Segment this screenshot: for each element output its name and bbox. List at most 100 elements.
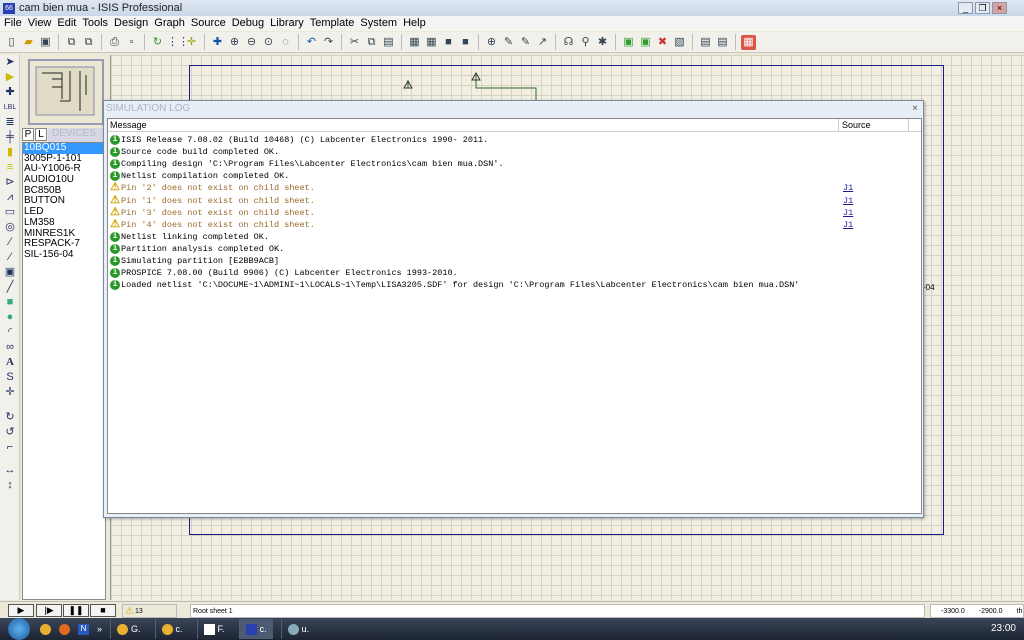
pick-devices-button[interactable]: P (22, 128, 34, 141)
taskbar-item[interactable]: G. (110, 619, 147, 639)
dialog-close-button[interactable]: × (912, 103, 918, 114)
chrome-quicklaunch-icon[interactable] (40, 623, 51, 635)
pause-button[interactable]: ❚❚ (63, 604, 89, 617)
import-icon[interactable]: ⧉ (64, 35, 79, 50)
menu-library[interactable]: Library (269, 16, 309, 31)
menu-help[interactable]: Help (402, 16, 431, 31)
bill-of-materials-icon[interactable]: ▤ (698, 35, 713, 50)
source-link[interactable]: J1 (843, 196, 853, 206)
menu-edit[interactable]: Edit (56, 16, 81, 31)
mirror-x-icon[interactable]: ↔ (2, 463, 18, 478)
block-rotate-icon[interactable]: ■ (441, 35, 456, 50)
log-row[interactable]: i Source code build completed OK. (108, 146, 921, 158)
print-icon[interactable]: ⎙ (107, 35, 122, 50)
device-list[interactable]: 10BQ015 3005P-1-101 AU-Y1006-R AUDIO10U BC85… (22, 142, 106, 600)
pick-device-icon[interactable]: ⊕ (484, 35, 499, 50)
log-row[interactable]: i Netlist linking completed OK. (108, 231, 921, 243)
close-button[interactable]: × (992, 2, 1007, 14)
text-icon[interactable]: A (2, 355, 18, 370)
arc-icon[interactable]: ◜ (2, 325, 18, 340)
cut-icon[interactable]: ✂ (347, 35, 362, 50)
grid-icon[interactable]: ⋮⋮ (167, 35, 189, 50)
minimize-button[interactable]: _ (958, 2, 973, 14)
menu-source[interactable]: Source (190, 16, 231, 31)
log-row[interactable]: i ISIS Release 7.08.02 (Build 10468) (C) … (108, 134, 921, 146)
new-sheet-icon[interactable]: ▣ (621, 35, 636, 50)
text-script-icon[interactable]: ≣ (2, 115, 18, 130)
menu-file[interactable]: File (3, 16, 27, 31)
junction-dot-icon[interactable]: ✚ (2, 85, 18, 100)
open-icon[interactable]: ▰ (21, 35, 36, 50)
save-icon[interactable]: ▣ (38, 35, 53, 50)
message-count[interactable]: ⚠13 Message(s) (122, 604, 177, 628)
mirror-y-icon[interactable]: ↕ (2, 478, 18, 493)
rotate-clockwise-icon[interactable]: ↻ (2, 410, 18, 425)
log-row[interactable]: i Partition analysis completed OK. (108, 243, 921, 255)
play-button[interactable]: ▶ (8, 604, 34, 617)
zoom-in-icon[interactable]: ⊕ (227, 35, 242, 50)
tape-recorder-icon[interactable]: ▭ (2, 205, 18, 220)
redo-icon[interactable]: ↷ (321, 35, 336, 50)
taskbar-item[interactable]: c. (238, 619, 273, 639)
subcircuit-icon[interactable]: ▮ (2, 145, 18, 160)
log-row[interactable]: ⚠ Pin '3' does not exist on child sheet. J… (108, 207, 921, 219)
graph-icon[interactable]: ⩘ (2, 190, 18, 205)
source-link[interactable]: J1 (843, 183, 853, 193)
paste-icon[interactable]: ▤ (381, 35, 396, 50)
marker-icon[interactable]: ✛ (2, 385, 18, 400)
step-button[interactable]: |▶ (36, 604, 62, 617)
device-item[interactable]: SIL-156-04 (23, 249, 105, 261)
wire-label-icon[interactable]: LBL (2, 100, 18, 115)
log-row[interactable]: ⚠ Pin '1' does not exist on child sheet. J… (108, 194, 921, 206)
log-row[interactable]: i PROSPICE 7.08.00 (Build 9906) (C) Labce… (108, 267, 921, 279)
search-tag-icon[interactable]: ⚲ (578, 35, 593, 50)
clock[interactable]: 23:00 (991, 623, 1016, 634)
menu-tools[interactable]: Tools (81, 16, 113, 31)
library-manager-button[interactable]: L (35, 128, 47, 141)
column-header-source[interactable]: Source (839, 119, 909, 131)
add-sheet-icon[interactable]: ▣ (638, 35, 653, 50)
block-delete-icon[interactable]: ■ (458, 35, 473, 50)
make-device-icon[interactable]: ✎ (501, 35, 516, 50)
log-row[interactable]: i Compiling design 'C:\Program Files\Labc… (108, 158, 921, 170)
menu-graph[interactable]: Graph (153, 16, 190, 31)
rotation-angle-field[interactable]: ⌐ (2, 440, 18, 455)
electrical-check-icon[interactable]: ▤ (715, 35, 730, 50)
overview-window[interactable] (28, 59, 104, 125)
device-pins-icon[interactable]: ⊳ (2, 175, 18, 190)
restore-button[interactable]: ❐ (975, 2, 990, 14)
copy-icon[interactable]: ⧉ (364, 35, 379, 50)
selection-mode-icon[interactable]: ➤ (2, 55, 18, 70)
undo-icon[interactable]: ↶ (304, 35, 319, 50)
refresh-icon[interactable]: ↻ (150, 35, 165, 50)
new-icon[interactable]: ▯ (4, 35, 19, 50)
remove-sheet-icon[interactable]: ✖ (655, 35, 670, 50)
menu-system[interactable]: System (359, 16, 402, 31)
menu-debug[interactable]: Debug (231, 16, 269, 31)
box-icon[interactable]: ■ (2, 295, 18, 310)
zoom-out-icon[interactable]: ⊖ (244, 35, 259, 50)
virtual-instruments-icon[interactable]: ▣ (2, 265, 18, 280)
package-tool-icon[interactable]: ✎ (518, 35, 533, 50)
n-quicklaunch-icon[interactable]: N (78, 623, 89, 635)
line-icon[interactable]: ╱ (2, 280, 18, 295)
exit-to-parent-icon[interactable]: ▧ (672, 35, 687, 50)
firefox-quicklaunch-icon[interactable] (59, 623, 70, 635)
block-move-icon[interactable]: ▦ (424, 35, 439, 50)
stop-button[interactable]: ■ (90, 604, 116, 617)
log-row[interactable]: i Loaded netlist 'C:\DOCUME~1\ADMINI~1\LO… (108, 279, 921, 291)
taskbar-item[interactable]: c. (154, 619, 189, 639)
netlist-to-ares-icon[interactable]: ▦ (741, 34, 756, 50)
export-icon[interactable]: ⧉ (81, 35, 96, 50)
terminals-icon[interactable]: ≡ (2, 160, 18, 175)
print-area-icon[interactable]: ▫ (124, 35, 139, 50)
start-button[interactable] (8, 618, 30, 640)
origin-icon[interactable]: ✛ (184, 35, 199, 50)
source-link[interactable]: J1 (843, 220, 853, 230)
menu-template[interactable]: Template (309, 16, 360, 31)
symbol-icon[interactable]: S (2, 370, 18, 385)
voltage-probe-icon[interactable]: ⁄ (2, 235, 18, 250)
zoom-all-icon[interactable]: ⊙ (261, 35, 276, 50)
quicklaunch-more-icon[interactable]: » (97, 624, 102, 634)
pan-icon[interactable]: ✚ (210, 35, 225, 50)
